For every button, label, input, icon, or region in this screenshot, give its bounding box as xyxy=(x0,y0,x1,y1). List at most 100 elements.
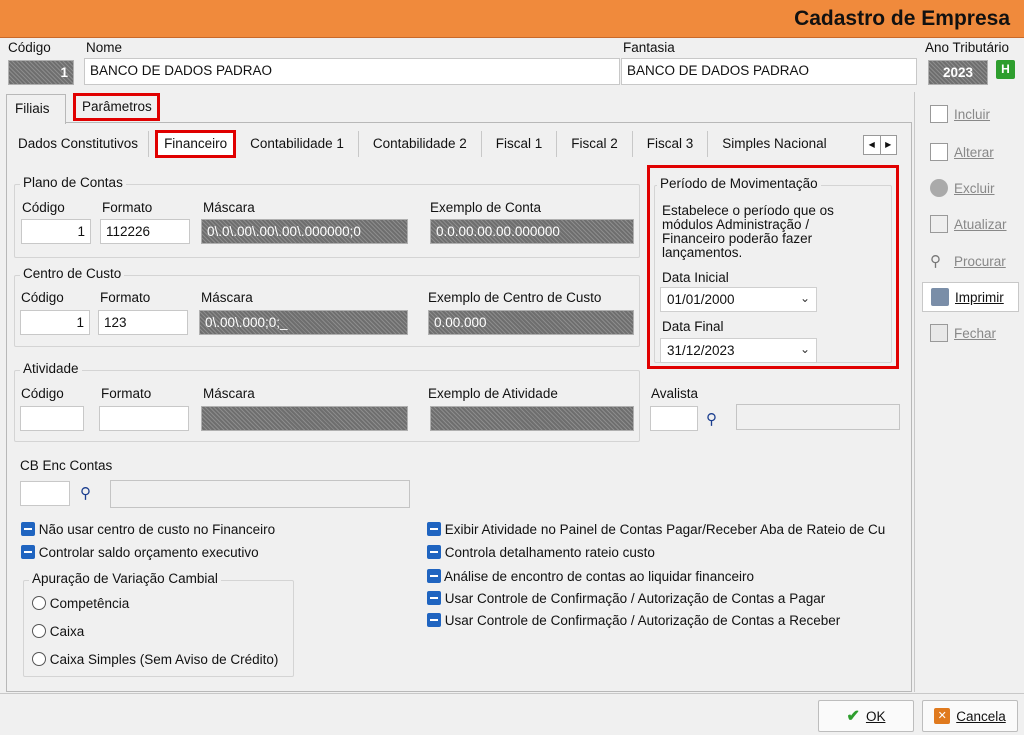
chevron-down-icon: ⌄ xyxy=(799,291,810,305)
atualizar-label: Atualizar xyxy=(954,216,1007,232)
tab-simples-nacional[interactable]: Simples Nacional xyxy=(708,131,840,157)
atividade-exemplo-label: Exemplo de Atividade xyxy=(428,386,558,401)
atividade-codigo-label: Código xyxy=(21,386,64,401)
check-controla-detalhamento[interactable]: Controla detalhamento rateio custo xyxy=(427,545,655,560)
check-controlar-saldo[interactable]: Controlar saldo orçamento executivo xyxy=(21,545,259,560)
data-final-label: Data Final xyxy=(662,319,724,334)
periodo-description: Estabelece o período que os módulos Admi… xyxy=(662,203,834,260)
checkbox-icon xyxy=(21,545,35,559)
data-inicial-picker[interactable]: 01/01/2000 ⌄ xyxy=(660,287,817,312)
excluir-label: Excluir xyxy=(954,180,995,196)
tab-fiscal-2[interactable]: Fiscal 2 xyxy=(557,131,633,157)
check-nao-usar-centro[interactable]: Não usar centro de custo no Financeiro xyxy=(21,522,275,537)
check-analise-encontro[interactable]: Análise de encontro de contas ao liquida… xyxy=(427,569,754,584)
tab-financeiro[interactable]: Financeiro xyxy=(155,130,237,158)
imprimir-label: Imprimir xyxy=(955,289,1004,305)
codigo-field: 1 xyxy=(8,60,74,85)
check-controle-receber[interactable]: Usar Controle de Confirmação / Autorizaç… xyxy=(427,613,840,628)
imprimir-button[interactable]: Imprimir xyxy=(922,282,1019,312)
alterar-button[interactable]: Alterar xyxy=(922,137,1019,167)
excluir-button[interactable]: Excluir xyxy=(922,173,1019,203)
tab-parametros-label: Parâmetros xyxy=(82,99,152,114)
radio-label: Caixa xyxy=(49,624,85,639)
atividade-exemplo-field xyxy=(430,406,634,431)
radio-icon xyxy=(32,596,46,610)
check-label: Controlar saldo orçamento executivo xyxy=(38,545,259,560)
centro-mascara-label: Máscara xyxy=(201,290,253,305)
binoculars-icon[interactable]: ⚲ xyxy=(80,484,91,502)
radio-icon xyxy=(32,652,46,666)
fechar-label: Fechar xyxy=(954,325,997,341)
tab-contabilidade-1[interactable]: Contabilidade 1 xyxy=(236,131,359,157)
nome-input[interactable]: BANCO DE DADOS PADRAO xyxy=(84,58,620,85)
binoculars-icon[interactable]: ⚲ xyxy=(706,410,717,428)
cb-enc-input[interactable] xyxy=(20,481,70,506)
tab-fiscal-3[interactable]: Fiscal 3 xyxy=(633,131,709,157)
procurar-label: Procurar xyxy=(954,253,1006,269)
window-title: Cadastro de Empresa xyxy=(794,7,1010,30)
tab-scroll-left-icon[interactable]: ◀ xyxy=(864,136,881,154)
ok-button[interactable]: ✔ OK xyxy=(818,700,914,732)
incluir-button[interactable]: Incluir xyxy=(922,99,1019,129)
centro-formato-label: Formato xyxy=(100,290,151,305)
centro-exemplo-field: 0.00.000 xyxy=(428,310,634,335)
atividade-formato-label: Formato xyxy=(101,386,152,401)
data-inicial-value: 01/01/2000 xyxy=(667,292,735,307)
codigo-label: Código xyxy=(8,40,51,55)
ok-label: OK xyxy=(865,708,886,724)
ano-label: Ano Tributário xyxy=(925,40,1010,55)
tab-fiscal-1[interactable]: Fiscal 1 xyxy=(482,131,558,157)
cambial-title: Apuração de Variação Cambial xyxy=(29,571,221,586)
radio-caixa[interactable]: Caixa xyxy=(32,624,84,639)
ano-field: 2023 xyxy=(928,60,988,85)
plano-exemplo-label: Exemplo de Conta xyxy=(430,200,542,215)
atualizar-button[interactable]: Atualizar xyxy=(922,209,1019,239)
fechar-button[interactable]: Fechar xyxy=(922,318,1019,348)
atividade-formato-input[interactable] xyxy=(99,406,189,431)
atividade-title: Atividade xyxy=(20,361,82,376)
incluir-label: Incluir xyxy=(954,106,991,122)
avalista-input[interactable] xyxy=(650,406,698,431)
ano-history-button[interactable]: H xyxy=(996,60,1015,79)
check-exibir-atividade[interactable]: Exibir Atividade no Painel de Contas Pag… xyxy=(427,522,902,537)
checkbox-icon xyxy=(427,591,441,605)
plano-formato-input[interactable]: 112226 xyxy=(100,219,190,244)
chevron-down-icon: ⌄ xyxy=(799,342,810,356)
centro-codigo-input[interactable]: 1 xyxy=(20,310,90,335)
printer-icon xyxy=(931,288,949,306)
tab-parametros[interactable]: Parâmetros xyxy=(73,93,160,121)
nome-label: Nome xyxy=(86,40,123,55)
data-final-picker[interactable]: 31/12/2023 ⌄ xyxy=(660,338,817,363)
check-label: Controla detalhamento rateio custo xyxy=(444,545,655,560)
cancel-button[interactable]: ✕ Cancela xyxy=(922,700,1018,732)
checkbox-icon xyxy=(427,545,441,559)
avalista-name-field xyxy=(736,404,900,430)
edit-icon xyxy=(930,143,948,161)
atividade-mascara-label: Máscara xyxy=(203,386,255,401)
check-label: Análise de encontro de contas ao liquida… xyxy=(444,569,754,584)
radio-competencia[interactable]: Competência xyxy=(32,596,129,611)
atividade-codigo-input[interactable] xyxy=(20,406,84,431)
tab-filiais-label: Filiais xyxy=(15,101,50,116)
check-controle-pagar[interactable]: Usar Controle de Confirmação / Autorizaç… xyxy=(427,591,825,606)
plano-codigo-input[interactable]: 1 xyxy=(21,219,91,244)
tab-dados-constitutivos[interactable]: Dados Constitutivos xyxy=(8,131,150,157)
periodo-title: Período de Movimentação xyxy=(657,176,821,191)
plano-codigo-label: Código xyxy=(22,200,65,215)
fantasia-label: Fantasia xyxy=(623,40,675,55)
tab-filiais[interactable]: Filiais xyxy=(6,94,66,124)
cb-enc-name-field xyxy=(110,480,410,508)
plano-mascara-field: 0\.0\.00\.00\.00\.000000;0 xyxy=(201,219,408,244)
check-label: Exibir Atividade no Painel de Contas Pag… xyxy=(444,522,886,537)
check-label: Usar Controle de Confirmação / Autorizaç… xyxy=(444,591,826,606)
tab-contabilidade-2[interactable]: Contabilidade 2 xyxy=(359,131,482,157)
data-inicial-label: Data Inicial xyxy=(662,270,729,285)
radio-caixa-simples[interactable]: Caixa Simples (Sem Aviso de Crédito) xyxy=(32,652,278,667)
checkbox-icon xyxy=(427,522,441,536)
centro-formato-input[interactable]: 123 xyxy=(98,310,188,335)
procurar-button[interactable]: ⚲ Procurar xyxy=(922,246,1019,276)
tab-scroll-right-icon[interactable]: ▶ xyxy=(881,136,897,154)
fantasia-input[interactable]: BANCO DE DADOS PADRAO xyxy=(621,58,917,85)
checkbox-icon xyxy=(21,522,35,536)
radio-label: Caixa Simples (Sem Aviso de Crédito) xyxy=(49,652,279,667)
